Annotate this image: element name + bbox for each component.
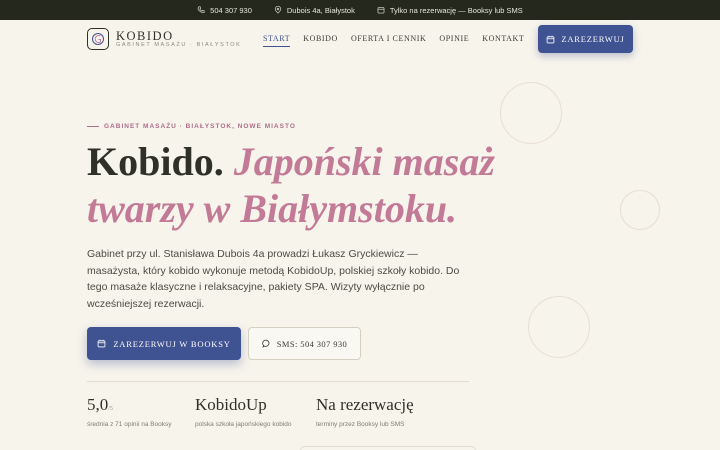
nav-kobido[interactable]: KOBIDO	[303, 34, 338, 47]
stat-booking-value: Na rezerwację	[316, 395, 414, 414]
calendar-icon	[377, 7, 385, 14]
stat-rating-label: średnia z 71 opinii na Booksy	[87, 421, 172, 428]
phone-icon	[197, 6, 205, 13]
top-info-bar: 504 307 930 Dubois 4a, Białystok Tylko n…	[0, 0, 720, 20]
topbar-booking: Tylko na rezerwację — Booksy lub SMS	[377, 6, 523, 15]
eyebrow-text: GABINET MASAŻU · BIAŁYSTOK, NOWE MIASTO	[104, 123, 296, 130]
calendar-icon	[547, 35, 555, 43]
topbar-phone-text: 504 307 930	[210, 5, 252, 15]
booksy-button-label: ZAREZERWUJ W BOOKSY	[113, 338, 231, 349]
location-pin-icon	[274, 6, 282, 14]
logo-icon[interactable]	[87, 28, 109, 50]
decorative-circle	[620, 190, 660, 230]
nav-oferta[interactable]: OFERTA I CENNIK	[351, 34, 426, 47]
booksy-booking-button[interactable]: ZAREZERWUJ W BOOKSY	[87, 327, 241, 360]
stats-divider	[87, 381, 469, 382]
topbar-phone[interactable]: 504 307 930	[197, 6, 252, 15]
logo-subtitle: GABINET MASAŻU · BIAŁYSTOK	[116, 42, 242, 48]
topbar-address: Dubois 4a, Białystok	[274, 6, 355, 15]
eyebrow-line	[87, 125, 99, 128]
stat-rating-number: 5,0	[87, 395, 109, 414]
topbar-address-text: Dubois 4a, Białystok	[286, 5, 355, 15]
stat-method-value: KobidoUp	[195, 395, 267, 414]
hero-title-plain: Kobido.	[87, 139, 224, 184]
stat-rating: 5,0/5 średnia z 71 opinii na Booksy	[87, 395, 172, 428]
header-booking-button[interactable]: ZAREZERWUJ	[538, 25, 633, 53]
sms-button-label: SMS: 504 307 930	[276, 338, 348, 349]
decorative-circle	[500, 82, 562, 144]
stat-booking-label: terminy przez Booksy lub SMS	[316, 421, 405, 428]
hero-lead: Gabinet przy ul. Stanisława Dubois 4a pr…	[87, 248, 460, 310]
nav-start[interactable]: START	[263, 34, 291, 47]
hero-eyebrow: GABINET MASAŻU · BIAŁYSTOK, NOWE MIASTO	[87, 123, 296, 130]
stat-method-label: polska szkoła japońskiego kobido	[195, 421, 292, 428]
chat-bubble-icon	[262, 339, 270, 348]
stat-rating-value: 5,0/5	[87, 395, 172, 415]
header-booking-label: ZAREZERWUJ	[561, 34, 625, 44]
main-nav: START KOBIDO OFERTA I CENNIK OPINIE KONT…	[263, 34, 524, 47]
site-header: KOBIDO GABINET MASAŻU · BIAŁYSTOK START …	[0, 20, 720, 60]
sms-button[interactable]: SMS: 504 307 930	[248, 327, 361, 360]
hero-title: Kobido. Japoński masaż twarzy w Białymst…	[87, 138, 507, 232]
stat-rating-suffix: /5	[108, 406, 113, 412]
stat-method: KobidoUp polska szkoła japońskiego kobid…	[195, 395, 291, 428]
decorative-circle	[528, 296, 590, 358]
nav-kontakt[interactable]: KONTAKT	[482, 34, 524, 47]
card-top-edge	[300, 446, 476, 450]
nav-opinie[interactable]: OPINIE	[439, 34, 469, 47]
calendar-icon	[97, 339, 106, 348]
topbar-booking-text: Tylko na rezerwację — Booksy lub SMS	[389, 5, 523, 15]
stat-booking: Na rezerwację terminy przez Booksy lub S…	[316, 395, 414, 428]
